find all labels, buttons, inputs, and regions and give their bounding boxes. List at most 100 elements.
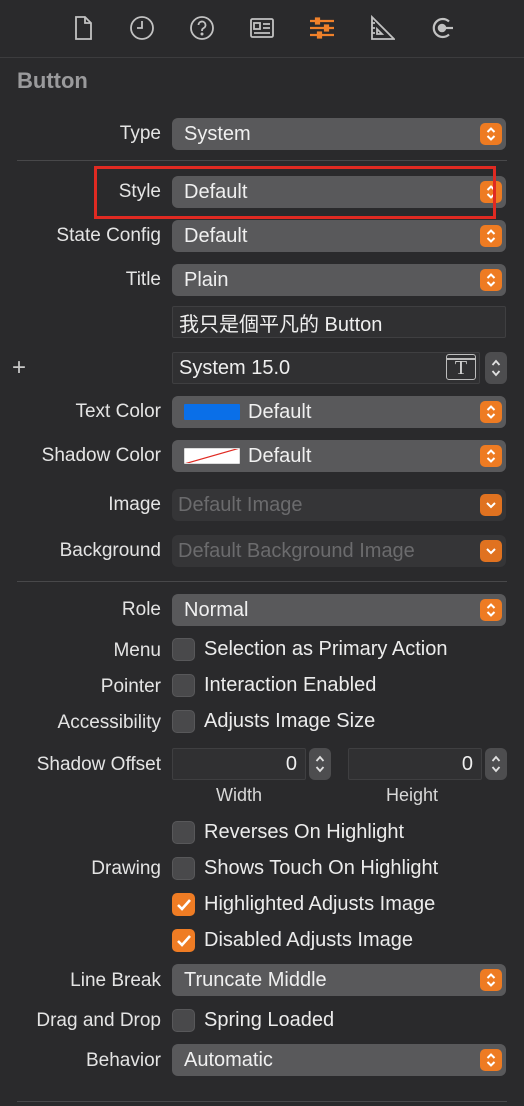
drawing-option-row[interactable]: Highlighted Adjusts Image <box>172 893 435 916</box>
chevron-updown-icon <box>480 445 502 467</box>
pointer-checkbox[interactable] <box>172 674 195 697</box>
disabled-adjusts-image-checkbox[interactable] <box>172 929 195 952</box>
text-color-value: Default <box>248 400 312 423</box>
menu-checkbox[interactable] <box>172 638 195 661</box>
line-break-value: Truncate Middle <box>184 968 327 991</box>
drawing-label: Drawing <box>91 858 161 879</box>
title-text-value: 我只是個平凡的 Button <box>179 313 383 336</box>
line-break-popup[interactable]: Truncate Middle <box>172 964 506 996</box>
text-color-swatch <box>184 404 240 420</box>
history-icon[interactable] <box>129 14 155 42</box>
image-label: Image <box>108 494 161 515</box>
image-combo[interactable]: Default Image <box>172 489 506 521</box>
text-color-popup[interactable]: Default <box>172 396 506 428</box>
shadow-offset-height-stepper[interactable] <box>485 748 507 780</box>
chevron-updown-icon <box>480 599 502 621</box>
divider <box>17 1101 507 1102</box>
highlighted-adjusts-image-checkbox[interactable] <box>172 893 195 916</box>
shadow-color-value: Default <box>248 444 312 467</box>
menu-label: Menu <box>113 640 161 661</box>
style-popup[interactable]: Default <box>172 176 506 208</box>
identity-icon[interactable] <box>249 14 275 42</box>
font-value: System 15.0 <box>179 356 291 379</box>
shadow-offset-height-value: 0 <box>461 752 473 775</box>
add-variation-button[interactable]: + <box>12 354 26 382</box>
checkmark-icon <box>176 898 191 911</box>
behavior-popup[interactable]: Automatic <box>172 1044 506 1076</box>
font-field[interactable]: System 15.0 <box>172 352 480 384</box>
size-icon[interactable] <box>369 14 395 42</box>
accessibility-checkbox-row[interactable]: Adjusts Image Size <box>172 710 375 733</box>
shadow-offset-width-stepper[interactable] <box>309 748 331 780</box>
chevron-updown-icon <box>480 969 502 991</box>
title-label: Title <box>125 269 161 290</box>
role-value: Normal <box>184 598 249 621</box>
title-popup[interactable]: Plain <box>172 264 506 296</box>
pointer-checkbox-row[interactable]: Interaction Enabled <box>172 674 376 697</box>
shadow-color-popup[interactable]: Default <box>172 440 506 472</box>
chevron-updown-icon <box>480 123 502 145</box>
height-caption: Height <box>385 785 439 805</box>
menu-checkbox-label: Selection as Primary Action <box>204 638 448 660</box>
connections-icon[interactable] <box>429 14 455 42</box>
drawing-option-row[interactable]: Reverses On Highlight <box>172 821 404 844</box>
shows-touch-checkbox[interactable] <box>172 857 195 880</box>
type-popup[interactable]: System <box>172 118 506 150</box>
inspector-toolbar <box>0 0 524 58</box>
background-combo[interactable]: Default Background Image <box>172 535 506 567</box>
style-label: Style <box>118 181 161 202</box>
drag-and-drop-checkbox-row[interactable]: Spring Loaded <box>172 1009 334 1032</box>
section-title: Button <box>17 68 88 93</box>
help-icon[interactable] <box>189 14 215 42</box>
type-value: System <box>184 122 251 145</box>
state-config-value: Default <box>184 224 248 247</box>
behavior-label: Behavior <box>86 1050 161 1071</box>
chevron-updown-icon <box>480 225 502 247</box>
state-config-popup[interactable]: Default <box>172 220 506 252</box>
text-color-label: Text Color <box>75 401 161 422</box>
shadow-offset-label: Shadow Offset <box>36 754 161 775</box>
shadow-color-swatch <box>184 448 240 464</box>
chevron-updown-icon <box>480 181 502 203</box>
state-config-label: State Config <box>56 225 161 246</box>
chevron-updown-icon <box>480 269 502 291</box>
drawing-option-label: Shows Touch On Highlight <box>204 857 439 879</box>
pointer-checkbox-label: Interaction Enabled <box>204 674 377 696</box>
accessibility-label: Accessibility <box>57 712 161 733</box>
shadow-offset-width-field[interactable]: 0 <box>172 748 306 780</box>
shadow-offset-height-field[interactable]: 0 <box>348 748 482 780</box>
accessibility-checkbox-label: Adjusts Image Size <box>204 710 376 732</box>
font-size-stepper[interactable] <box>485 352 507 384</box>
title-text-field[interactable]: 我只是個平凡的 Button <box>172 306 506 338</box>
background-placeholder: Default Background Image <box>178 539 415 562</box>
chevron-down-icon <box>480 540 502 562</box>
drawing-option-row[interactable]: Disabled Adjusts Image <box>172 929 413 952</box>
spring-loaded-label: Spring Loaded <box>204 1009 335 1031</box>
spring-loaded-checkbox[interactable] <box>172 1009 195 1032</box>
shadow-color-label: Shadow Color <box>41 445 161 466</box>
font-picker-glyph: T <box>454 357 468 379</box>
attributes-icon[interactable] <box>309 14 335 42</box>
shadow-offset-width-value: 0 <box>285 752 297 775</box>
width-caption: Width <box>215 785 262 805</box>
font-picker-button[interactable]: T <box>446 354 476 380</box>
accessibility-checkbox[interactable] <box>172 710 195 733</box>
divider <box>17 160 507 161</box>
role-label: Role <box>121 599 161 620</box>
style-value: Default <box>184 180 248 203</box>
reverses-on-highlight-checkbox[interactable] <box>172 821 195 844</box>
image-placeholder: Default Image <box>178 493 303 516</box>
drawing-option-row[interactable]: Shows Touch On Highlight <box>172 857 438 880</box>
role-popup[interactable]: Normal <box>172 594 506 626</box>
file-icon[interactable] <box>70 14 96 42</box>
title-value: Plain <box>184 268 229 291</box>
checkmark-icon <box>176 934 191 947</box>
drawing-option-label: Disabled Adjusts Image <box>204 929 414 951</box>
behavior-value: Automatic <box>184 1048 273 1071</box>
chevron-down-icon <box>480 494 502 516</box>
chevron-updown-icon <box>480 1049 502 1071</box>
drawing-option-label: Reverses On Highlight <box>204 821 405 843</box>
drag-and-drop-label: Drag and Drop <box>36 1010 161 1031</box>
menu-checkbox-row[interactable]: Selection as Primary Action <box>172 638 447 661</box>
type-label: Type <box>119 123 161 144</box>
